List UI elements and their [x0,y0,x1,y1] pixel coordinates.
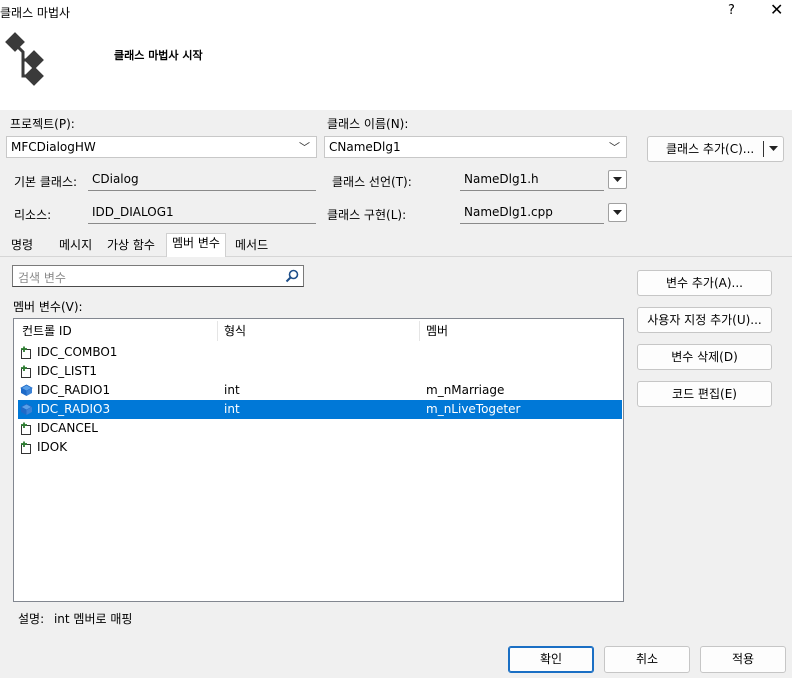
apply-button[interactable]: 적용 [700,646,786,673]
add-control-icon [21,441,31,454]
base-class-label: 기본 클래스: [14,175,78,189]
member-variables-label: 멤버 변수(V): [13,300,83,314]
cell-control-id: IDOK [37,440,68,454]
cell-type: int [224,402,240,416]
banner-title: 클래스 마법사 시작 [114,49,203,62]
variable-icon [20,384,33,396]
class-name-label: 클래스 이름(N): [327,117,409,131]
member-variables-list[interactable]: 컨트롤 ID 형식 멤버 IDC_COMBO1 IDC_LIST1 IDC_RADI… [13,318,624,602]
tab-virtual-functions[interactable]: 가상 함수 [102,236,160,256]
cell-control-id: IDCANCEL [37,421,98,435]
table-row[interactable]: IDCANCEL [18,419,622,438]
cell-member: m_nLiveTogeter [426,402,521,416]
resource-value: IDD_DIALOG1 [92,205,174,219]
class-implementation-dropdown[interactable] [608,203,627,222]
dropdown-arrow-icon [613,210,622,215]
column-header-type[interactable]: 형식 [218,321,418,341]
class-implementation-value: NameDlg1.cpp [464,205,553,219]
base-class-field: CDialog [88,169,316,191]
project-value: MFCDialogHW [11,140,96,154]
ok-button[interactable]: 확인 [508,646,594,673]
tab-member-variables[interactable]: 멤버 변수 [166,233,226,257]
description-label: 설명: [18,612,45,626]
dropdown-arrow-icon [613,177,622,182]
search-placeholder: 검색 변수 [18,271,66,285]
title-bar [0,0,792,24]
edit-code-button[interactable]: 코드 편집(E) [637,381,772,407]
column-header-member[interactable]: 멤버 [420,321,620,341]
tab-messages[interactable]: 메시지 [54,236,98,256]
class-declaration-field: NameDlg1.h [460,169,604,191]
column-header-control-id[interactable]: 컨트롤 ID [16,321,216,341]
table-row[interactable]: IDC_RADIO1 int m_nMarriage [18,381,622,400]
add-control-icon [21,422,31,435]
search-icon [285,269,299,283]
project-label: 프로젝트(P): [10,117,75,131]
dropdown-arrow-icon[interactable] [769,146,778,152]
resource-label: 리소스: [14,208,52,222]
cancel-button[interactable]: 취소 [604,646,690,673]
split-divider [763,141,764,157]
class-implementation-label: 클래스 구현(L): [327,208,407,222]
add-class-label: 클래스 추가(C)... [666,142,755,156]
base-class-value: CDialog [92,172,139,186]
wizard-banner [0,24,792,110]
resource-field: IDD_DIALOG1 [88,202,316,224]
search-input[interactable]: 검색 변수 [12,265,304,287]
class-declaration-dropdown[interactable] [608,170,627,189]
cell-control-id: IDC_RADIO1 [37,383,111,397]
cell-control-id: IDC_LIST1 [37,364,97,378]
help-button[interactable]: ? [728,3,735,18]
cell-control-id: IDC_RADIO3 [37,402,111,416]
close-button[interactable]: ✕ [770,0,783,19]
add-variable-button[interactable]: 변수 추가(A)... [637,270,772,296]
project-combo[interactable]: MFCDialogHW ﹀ [6,136,317,158]
delete-variable-button[interactable]: 변수 삭제(D) [637,344,772,370]
cell-control-id: IDC_COMBO1 [37,345,118,359]
chevron-down-icon: ﹀ [299,141,310,154]
class-name-value: CNameDlg1 [329,140,401,154]
description-value: int 멤버로 매핑 [53,612,133,626]
add-control-icon [21,365,31,378]
variable-icon [20,403,33,415]
tab-methods[interactable]: 메서드 [230,236,274,256]
add-control-icon [21,346,31,359]
table-row[interactable]: IDOK [18,438,622,457]
tab-commands[interactable]: 명령 [6,236,39,256]
chevron-down-icon: ﹀ [609,141,620,154]
class-declaration-value: NameDlg1.h [464,172,539,186]
class-implementation-field: NameDlg1.cpp [460,202,604,224]
table-row[interactable]: IDC_RADIO3 int m_nLiveTogeter [18,400,622,419]
class-declaration-label: 클래스 선언(T): [332,175,412,189]
add-custom-button[interactable]: 사용자 지정 추가(U)... [637,307,772,333]
description: 설명: int 멤버로 매핑 [18,610,132,627]
table-row[interactable]: IDC_COMBO1 [18,343,622,362]
table-row[interactable]: IDC_LIST1 [18,362,622,381]
cell-type: int [224,383,240,397]
cell-member: m_nMarriage [426,383,505,397]
class-wizard-logo-icon [5,32,44,86]
class-name-combo[interactable]: CNameDlg1 ﹀ [324,136,627,158]
window-title: 클래스 마법사 [0,6,71,20]
